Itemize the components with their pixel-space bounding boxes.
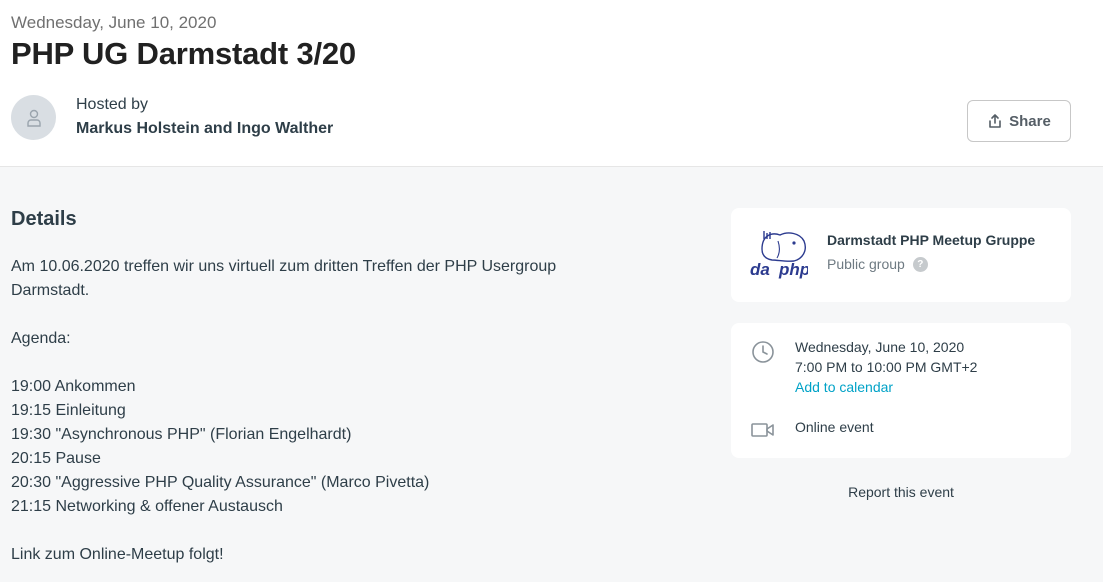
share-icon: [989, 114, 1001, 128]
description-line: 19:00 Ankommen: [11, 378, 136, 395]
clock-icon: [752, 341, 774, 363]
description-line: 21:15 Networking & offener Austausch: [11, 498, 283, 515]
event-description: Am 10.06.2020 treffen wir uns virtuell z…: [11, 255, 621, 567]
share-button[interactable]: Share: [967, 100, 1071, 142]
description-line: [11, 303, 621, 327]
description-line: 20:15 Pause: [11, 450, 101, 467]
description-line: Am 10.06.2020 treffen wir uns virtuell z…: [11, 258, 557, 299]
description-line: Link zum Online-Meetup folgt!: [11, 546, 224, 563]
help-icon[interactable]: ?: [912, 256, 928, 272]
event-date-label: Wednesday, June 10, 2020: [11, 13, 217, 32]
report-event-link[interactable]: Report this event: [731, 484, 1071, 500]
page-title: PHP UG Darmstadt 3/20: [11, 36, 356, 71]
group-type: Public group ?: [827, 256, 928, 272]
event-time: 7:00 PM to 10:00 PM GMT+2: [795, 359, 978, 375]
description-line: [11, 351, 621, 375]
description-line: 19:15 Einleitung: [11, 402, 126, 419]
share-label: Share: [1009, 112, 1051, 130]
description-line: Agenda:: [11, 330, 71, 347]
host-avatar[interactable]: [11, 95, 56, 140]
event-date: Wednesday, June 10, 2020: [795, 339, 965, 355]
logo-text-right: php: [778, 260, 808, 279]
event-header: Wednesday, June 10, 2020 PHP UG Darmstad…: [0, 0, 1103, 167]
user-icon: [26, 109, 41, 127]
group-card[interactable]: da php Darmstadt PHP Meetup Gruppe Publi…: [731, 208, 1071, 302]
description-line: [11, 519, 621, 543]
logo-text-left: da: [750, 260, 770, 279]
description-line: 20:30 "Aggressive PHP Quality Assurance"…: [11, 474, 430, 491]
event-info-card: Wednesday, June 10, 2020 7:00 PM to 10:0…: [731, 323, 1071, 458]
video-camera-icon: [751, 423, 774, 437]
group-type-label: Public group: [827, 256, 905, 272]
group-name[interactable]: Darmstadt PHP Meetup Gruppe: [827, 232, 1035, 248]
host-names[interactable]: Markus Holstein and Ingo Walther: [76, 120, 333, 138]
description-line: 19:30 "Asynchronous PHP" (Florian Engelh…: [11, 426, 352, 443]
group-logo: da php: [750, 231, 808, 279]
details-heading: Details: [11, 208, 77, 230]
hosted-by-label: Hosted by: [76, 96, 149, 113]
event-main: Details Am 10.06.2020 treffen wir uns vi…: [0, 167, 1103, 582]
add-to-calendar-link[interactable]: Add to calendar: [795, 379, 893, 395]
online-event-label: Online event: [795, 419, 874, 435]
